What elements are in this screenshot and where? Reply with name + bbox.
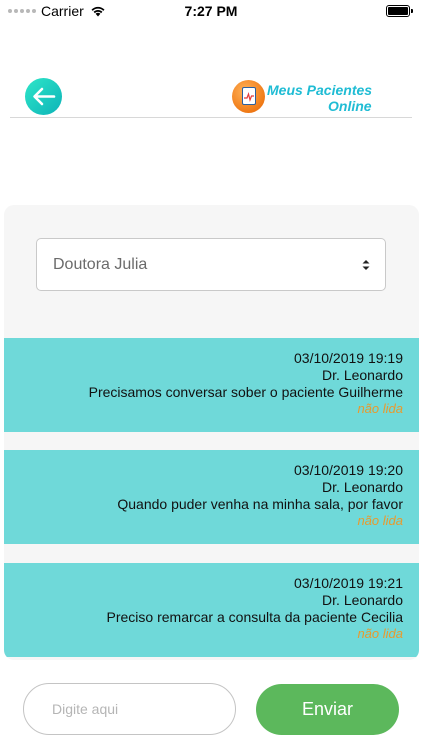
status-time: 7:27 PM xyxy=(184,3,238,19)
message-input[interactable] xyxy=(23,683,236,735)
logo-subtitle: Online xyxy=(328,98,372,114)
battery-icon xyxy=(386,5,413,17)
message-datetime: 03/10/2019 19:19 xyxy=(294,350,403,366)
updown-chevron-icon xyxy=(362,260,370,270)
message-status: não lida xyxy=(357,626,403,641)
message-datetime: 03/10/2019 19:21 xyxy=(294,575,403,591)
recipient-select[interactable]: Doutora Julia xyxy=(36,238,386,291)
clipboard-chart-icon xyxy=(232,80,265,113)
message-card[interactable]: 03/10/2019 19:19 Dr. Leonardo Precisamos… xyxy=(4,338,419,432)
app-logo: Meus Pacientes Online xyxy=(232,80,382,114)
message-text: Preciso remarcar a consulta da paciente … xyxy=(106,609,403,625)
messages-panel: Doutora Julia 03/10/2019 19:19 Dr. Leona… xyxy=(4,205,419,660)
message-status: não lida xyxy=(357,401,403,416)
message-card[interactable]: 03/10/2019 19:20 Dr. Leonardo Quando pud… xyxy=(4,450,419,544)
message-card[interactable]: 03/10/2019 19:21 Dr. Leonardo Preciso re… xyxy=(4,563,419,657)
logo-title: Meus Pacientes xyxy=(267,82,373,98)
recipient-select-value: Doutora Julia xyxy=(53,256,148,273)
message-sender: Dr. Leonardo xyxy=(322,479,403,495)
message-status: não lida xyxy=(357,513,403,528)
message-sender: Dr. Leonardo xyxy=(322,592,403,608)
send-button[interactable]: Enviar xyxy=(256,684,399,735)
message-sender: Dr. Leonardo xyxy=(322,367,403,383)
message-datetime: 03/10/2019 19:20 xyxy=(294,462,403,478)
message-text: Quando puder venha na minha sala, por fa… xyxy=(117,496,403,512)
status-bar: Carrier 7:27 PM xyxy=(0,0,422,22)
header-divider xyxy=(10,117,412,118)
message-text: Precisamos conversar sober o paciente Gu… xyxy=(88,384,403,400)
arrow-left-icon xyxy=(33,87,56,106)
back-button[interactable] xyxy=(25,78,62,115)
